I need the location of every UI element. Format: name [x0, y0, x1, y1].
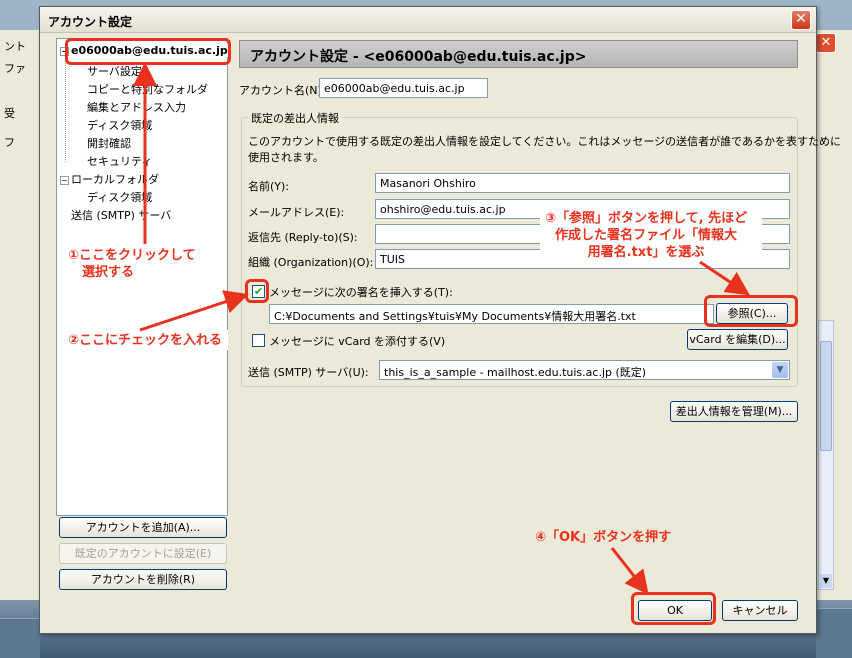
tree-item-disk-space[interactable]: ディスク領域	[87, 117, 152, 133]
identity-group-title: 既定の差出人情報	[248, 110, 342, 126]
tree-item-composition[interactable]: 編集とアドレス入力	[87, 99, 186, 115]
account-name-label: アカウント名(N):	[239, 84, 326, 97]
background-left-pane: ント ファ 受 フ	[0, 30, 44, 630]
cancel-button[interactable]: キャンセル	[722, 600, 798, 621]
close-icon[interactable]: ✕	[791, 10, 811, 30]
annotation-step4: ④「OK」ボタンを押す	[535, 530, 672, 545]
reply-to-label: 返信先 (Reply-to)(S):	[248, 231, 358, 244]
annotation-step1: ①ここをクリックして 選択する	[68, 248, 196, 280]
name-label: 名前(Y):	[248, 180, 290, 193]
signature-checkbox-label[interactable]: メッセージに次の署名を挿入する(T):	[269, 284, 453, 300]
organization-label: 組織 (Organization)(O):	[248, 256, 374, 269]
account-name-field[interactable]: e06000ab@edu.tuis.ac.jp	[319, 78, 488, 98]
email-label: メールアドレス(E):	[248, 206, 345, 219]
dialog-title: アカウント設定	[48, 15, 133, 29]
highlight-browse-button	[704, 295, 798, 327]
collapse-icon[interactable]: −	[60, 175, 69, 185]
annotation-step2: ②ここにチェックを入れる	[68, 333, 223, 348]
tree-item-return-receipts[interactable]: 開封確認	[87, 135, 131, 151]
page-title: アカウント設定 - <e06000ab@edu.tuis.ac.jp>	[250, 49, 587, 65]
tree-item-local-folders[interactable]: − ローカルフォルダ	[60, 171, 159, 187]
vcard-checkbox-label[interactable]: メッセージに vCard を添付する(V)	[269, 333, 445, 349]
annotation-step3: ③「参照」ボタンを押して, 先ほど 作成した署名ファイル「情報大 用署名.txt…	[545, 211, 748, 260]
highlight-signature-checkbox	[245, 279, 269, 303]
edit-vcard-button[interactable]: vCard を編集(D)...	[687, 329, 788, 350]
highlight-account	[65, 38, 231, 65]
set-default-account-button[interactable]: 既定のアカウントに設定(E)	[59, 543, 227, 564]
scroll-down-icon[interactable]: ▼	[820, 574, 832, 588]
identity-description: このアカウントで使用する既定の差出人情報を設定してください。これはメッセージの送…	[248, 135, 842, 148]
smtp-label: 送信 (SMTP) サーバ(U):	[248, 366, 369, 379]
tree-item-server-settings[interactable]: サーバ設定	[87, 63, 142, 79]
dialog-titlebar: アカウント設定 ✕	[40, 7, 816, 33]
remove-account-button[interactable]: アカウントを削除(R)	[59, 569, 227, 590]
tree-item-copies-folders[interactable]: コピーと特別なフォルダ	[87, 81, 208, 97]
identity-description-cont: 使用されます。	[248, 151, 324, 164]
name-field[interactable]: Masanori Ohshiro	[375, 173, 790, 193]
manage-identities-button[interactable]: 差出人情報を管理(M)...	[670, 401, 798, 422]
tree-item-local-disk-space[interactable]: ディスク領域	[87, 189, 152, 205]
background-close-icon[interactable]: ✕	[816, 33, 836, 53]
tree-item-smtp-server[interactable]: 送信 (SMTP) サーバ	[71, 207, 171, 223]
signature-path-field[interactable]: C:¥Documents and Settings¥tuis¥My Docume…	[269, 304, 714, 324]
smtp-server-select[interactable]: this_is_a_sample - mailhost.edu.tuis.ac.…	[379, 360, 790, 380]
highlight-ok-button	[631, 592, 716, 625]
add-account-button[interactable]: アカウントを追加(A)...	[59, 517, 227, 538]
vcard-checkbox[interactable]	[252, 334, 265, 347]
scrollbar-thumb[interactable]	[820, 341, 832, 451]
tree-item-security[interactable]: セキュリティ	[87, 153, 152, 169]
chevron-down-icon[interactable]: ▼	[772, 362, 788, 378]
account-settings-dialog: アカウント設定 ✕ − e06000ab@edu.tuis.ac.jp サーバ設定…	[39, 6, 841, 634]
panel-header: アカウント設定 - <e06000ab@edu.tuis.ac.jp>	[239, 40, 798, 68]
background-scrollbar[interactable]: ▼	[818, 320, 834, 590]
